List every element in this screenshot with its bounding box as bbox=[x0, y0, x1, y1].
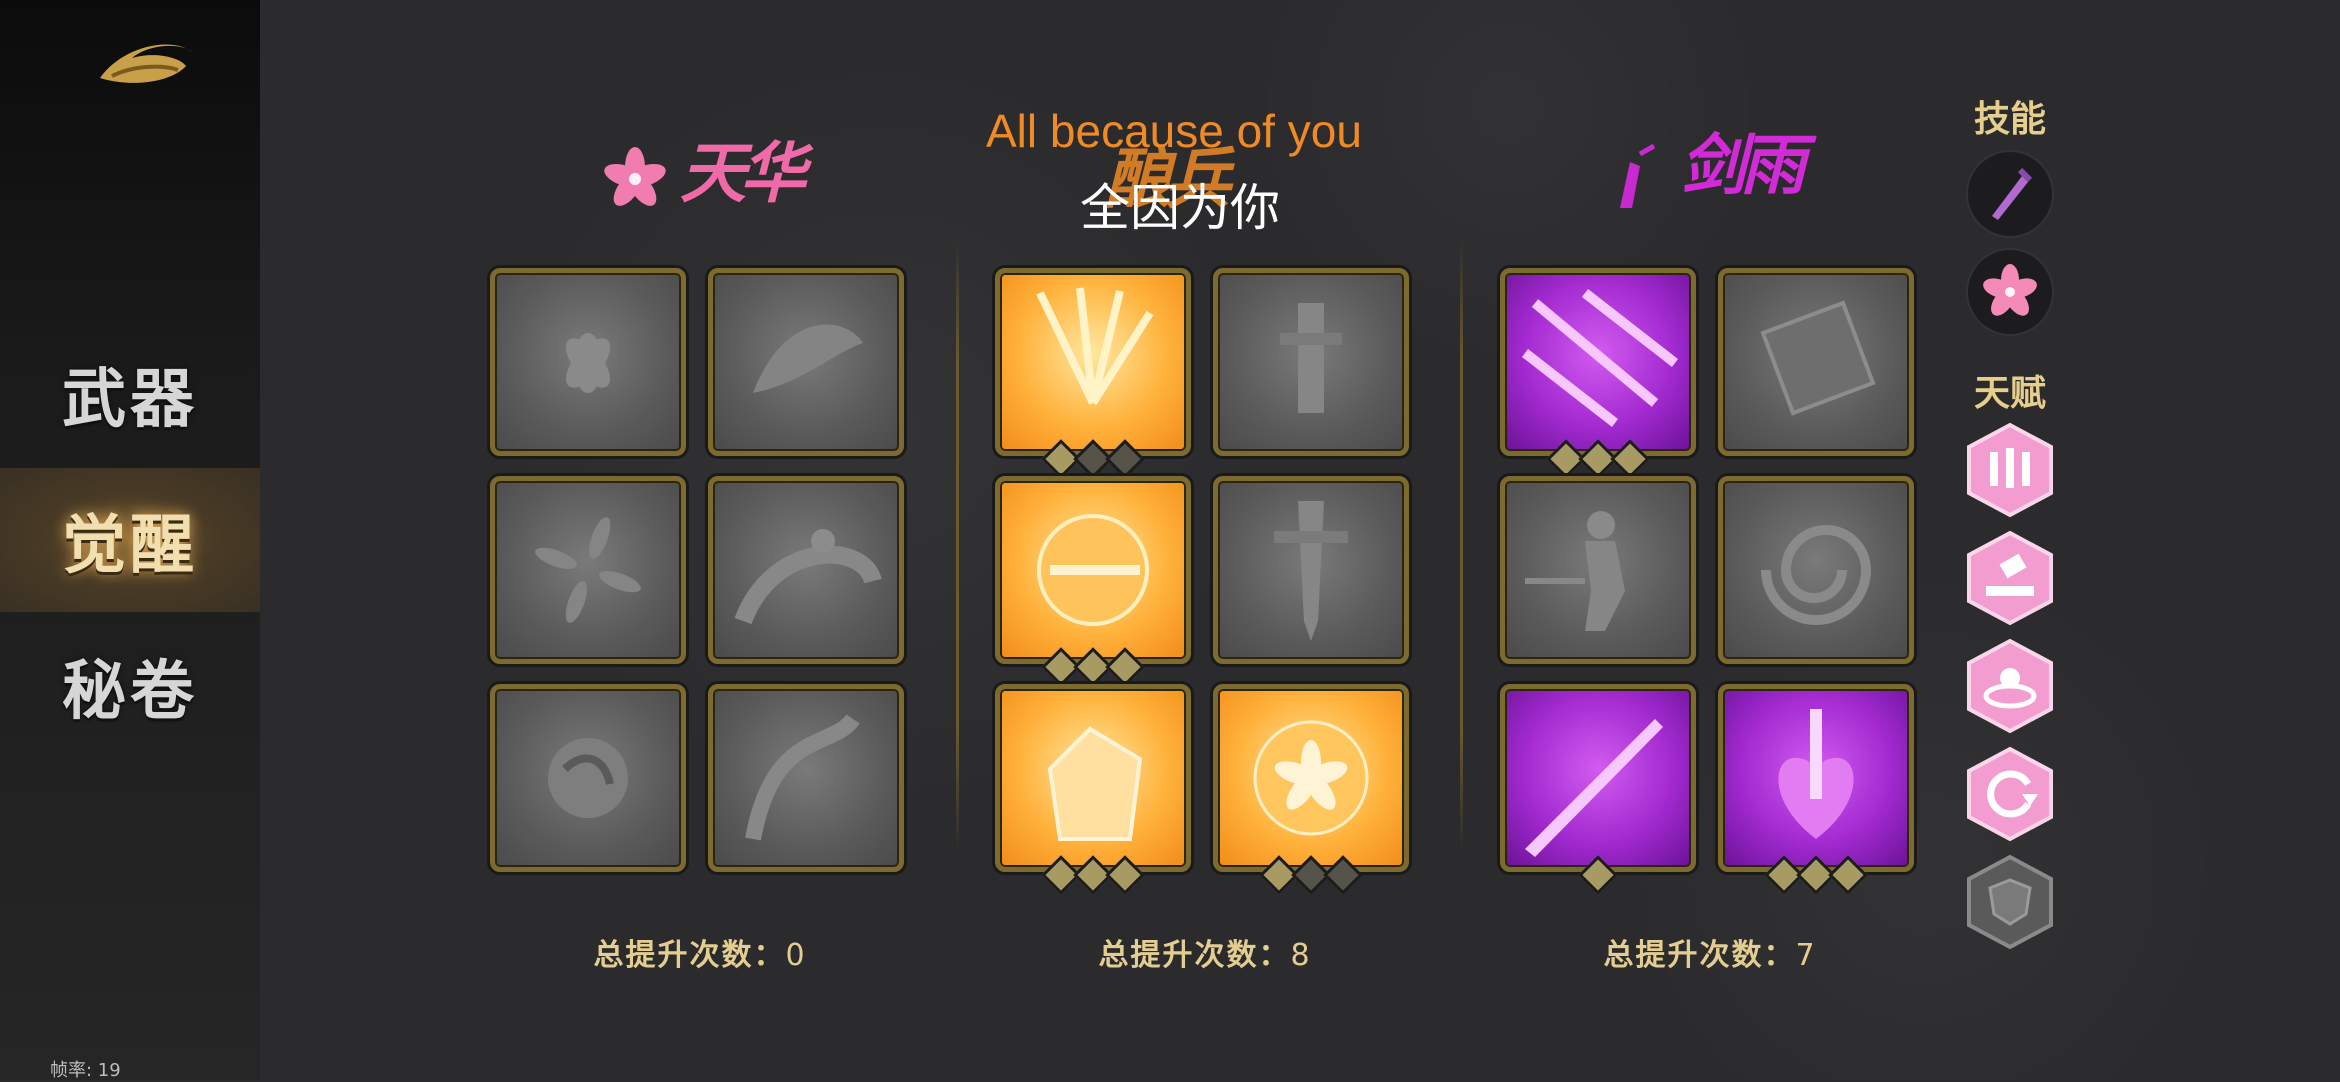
column-divider bbox=[1460, 240, 1463, 850]
lyric-chinese: 全因为你 bbox=[1080, 179, 1280, 237]
hammer-talent-icon[interactable] bbox=[1966, 530, 2054, 626]
sidebar: 武器 觉醒 秘卷 帧率: 19 bbox=[0, 0, 260, 1081]
total-upgrades-value: 0 bbox=[785, 938, 807, 973]
skill-tile[interactable] bbox=[708, 476, 904, 664]
column-divider bbox=[956, 240, 959, 850]
skill-tile[interactable] bbox=[1500, 684, 1696, 895]
skill-tile[interactable] bbox=[995, 476, 1191, 687]
sword-rain-icon bbox=[1521, 289, 1679, 427]
nav-weapon-label: 武器 bbox=[62, 362, 198, 437]
total-upgrades-value: 8 bbox=[1290, 938, 1312, 973]
pip bbox=[1828, 855, 1868, 895]
column-title: 天华 bbox=[490, 90, 910, 212]
skill-slot[interactable] bbox=[1968, 250, 2052, 334]
piercing-sword-icon bbox=[1525, 719, 1663, 857]
game-logo-icon[interactable] bbox=[92, 26, 198, 96]
purple-dagger-icon bbox=[1992, 167, 2033, 220]
skill-tile[interactable] bbox=[995, 684, 1191, 895]
total-upgrades: 总提升次数：8 bbox=[995, 930, 1415, 974]
petal-fan-icon bbox=[753, 324, 863, 393]
lyric-english: All because of you bbox=[986, 105, 1362, 157]
skills-label: 技能 bbox=[1973, 99, 2046, 140]
column-title: 剑雨 bbox=[1500, 90, 1920, 210]
flower-plate-talent-icon[interactable] bbox=[1966, 638, 2054, 734]
total-upgrades: 总提升次数：0 bbox=[490, 930, 910, 974]
pip bbox=[1578, 855, 1618, 895]
heart-sword-icon bbox=[1778, 709, 1854, 839]
skill-tile[interactable] bbox=[1213, 268, 1409, 456]
upgrade-pips bbox=[1505, 439, 1691, 479]
skill-tile[interactable] bbox=[995, 268, 1191, 479]
upgrade-pips bbox=[1505, 855, 1691, 895]
column-tianhua: 天华 总提升次数：0 bbox=[490, 80, 910, 1000]
upgrade-pips bbox=[1000, 647, 1186, 687]
sword-burst-icon bbox=[1036, 287, 1154, 406]
skill-tile[interactable] bbox=[1213, 684, 1409, 895]
swordsman-icon bbox=[1525, 511, 1625, 631]
nav-awaken[interactable]: 觉醒 bbox=[0, 468, 260, 612]
total-upgrades-label: 总提升次数： bbox=[593, 938, 786, 973]
vortex-icon bbox=[1761, 525, 1872, 625]
pip bbox=[1610, 439, 1650, 479]
pip bbox=[1105, 647, 1145, 687]
talents-label: 天赋 bbox=[1973, 373, 2046, 414]
sword-manual-icon bbox=[1760, 300, 1876, 416]
shield-talent-icon[interactable] bbox=[1966, 854, 2054, 950]
pink-flower-icon bbox=[1983, 264, 2037, 316]
sword-orb-icon bbox=[1037, 514, 1149, 626]
crystal-icon bbox=[1047, 726, 1143, 841]
flower-icon bbox=[604, 147, 666, 206]
lotus-icon bbox=[565, 333, 611, 393]
pip bbox=[1105, 439, 1145, 479]
sword-hilt-icon bbox=[1280, 303, 1342, 413]
pip bbox=[1323, 855, 1363, 895]
spin-arrow-talent-icon[interactable] bbox=[1966, 746, 2054, 842]
falling-sword-icon bbox=[1620, 143, 1656, 208]
nav-secret-scroll-label: 秘卷 bbox=[62, 654, 198, 729]
skill-tile[interactable] bbox=[490, 268, 686, 456]
upgrade-pips bbox=[1000, 855, 1186, 895]
nav-secret-scroll[interactable]: 秘卷 bbox=[0, 614, 260, 758]
skill-tile[interactable] bbox=[1500, 268, 1696, 479]
total-upgrades-value: 7 bbox=[1795, 938, 1817, 973]
rose-icon bbox=[548, 738, 628, 818]
nav-weapon[interactable]: 武器 bbox=[0, 322, 260, 466]
golden-flower-icon bbox=[1253, 720, 1369, 836]
skill-tile[interactable] bbox=[1718, 476, 1914, 664]
upgrade-pips bbox=[1000, 439, 1186, 479]
skill-tile[interactable] bbox=[708, 684, 904, 872]
skill-tile[interactable] bbox=[490, 476, 686, 664]
petal-burst-icon bbox=[535, 517, 641, 623]
skill-tile[interactable] bbox=[1500, 476, 1696, 664]
nav-awaken-label: 觉醒 bbox=[62, 508, 198, 583]
column-jianyu: 剑雨 总提升次数：7 bbox=[1500, 80, 1920, 1000]
great-sword-icon bbox=[1274, 501, 1348, 641]
skill-tile[interactable] bbox=[1718, 684, 1914, 895]
skill-slot[interactable] bbox=[1968, 152, 2052, 236]
triple-sword-talent-icon[interactable] bbox=[1966, 422, 2054, 518]
skill-tile[interactable] bbox=[1213, 476, 1409, 664]
skill-tile[interactable] bbox=[490, 684, 686, 872]
vine-icon bbox=[745, 713, 860, 841]
upgrade-pips bbox=[1218, 855, 1404, 895]
upgrade-pips bbox=[1723, 855, 1909, 895]
total-upgrades-label: 总提升次数： bbox=[1603, 938, 1796, 973]
swirl-flower-icon bbox=[734, 529, 882, 625]
column-title-text: 天华 bbox=[680, 134, 806, 212]
column-title-text: 剑雨 bbox=[1680, 126, 1806, 204]
pip bbox=[1105, 855, 1145, 895]
fps-counter: 帧率: 19 bbox=[50, 1060, 121, 1081]
total-upgrades: 总提升次数：7 bbox=[1500, 930, 1920, 974]
skill-tile[interactable] bbox=[708, 268, 904, 456]
total-upgrades-label: 总提升次数： bbox=[1098, 938, 1291, 973]
skill-tile[interactable] bbox=[1718, 268, 1914, 456]
